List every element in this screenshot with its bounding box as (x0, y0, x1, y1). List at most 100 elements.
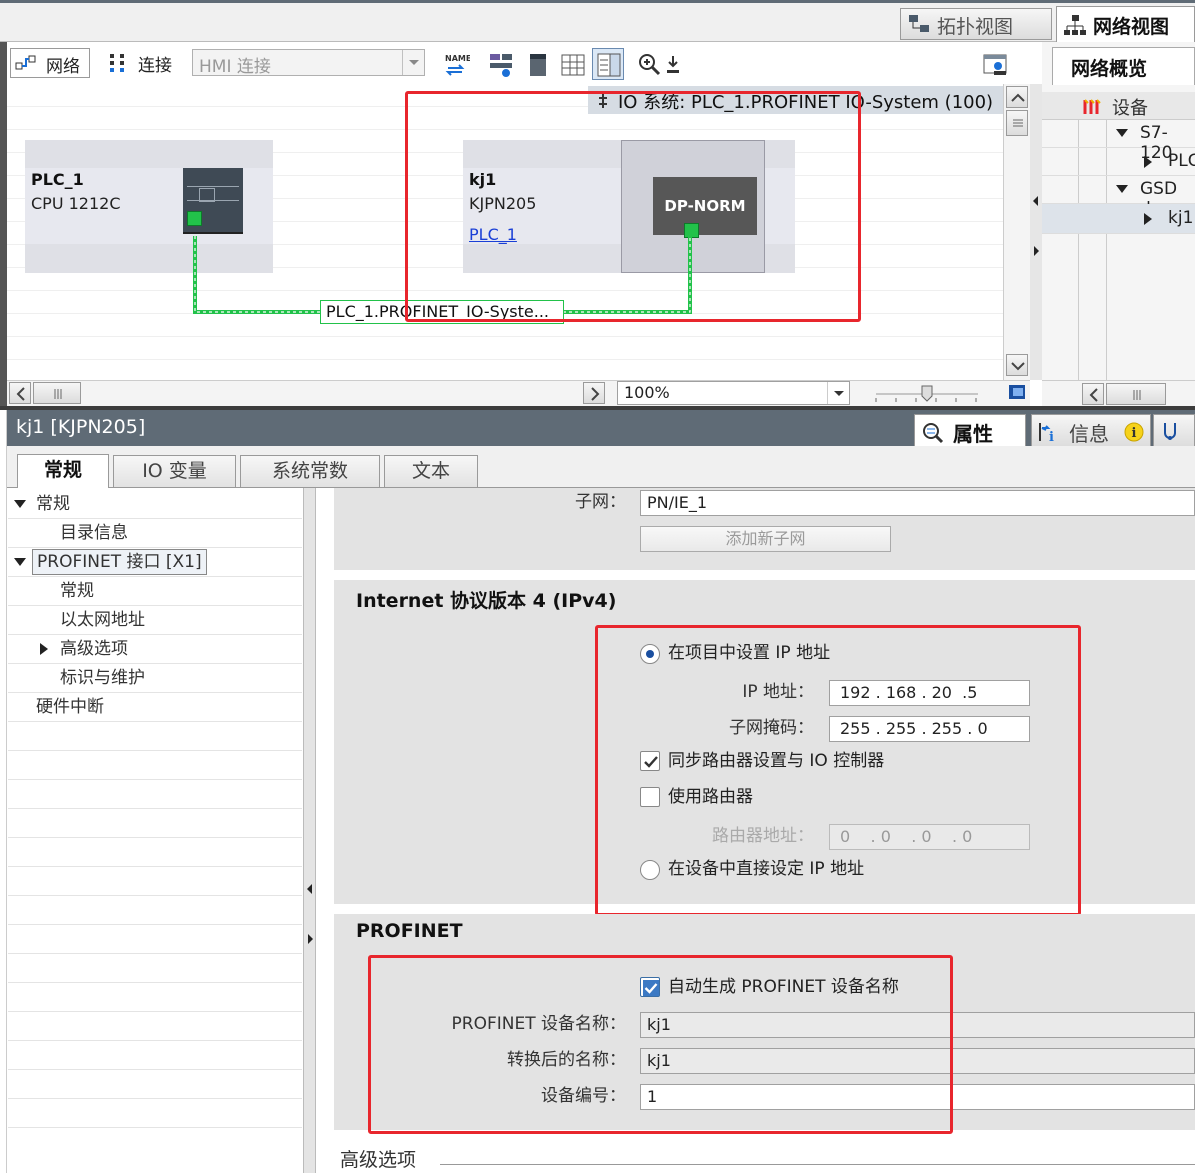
tab-io-tags[interactable]: IO 变量 (113, 455, 236, 487)
radio-device-ip[interactable] (640, 860, 660, 880)
ipv4-section (334, 580, 1195, 904)
router-octet: 0 (840, 827, 851, 846)
zoom-dropdown-icon[interactable] (827, 382, 849, 404)
advanced-divider (440, 1164, 1195, 1165)
scroll-thumb[interactable] (1006, 110, 1028, 136)
tab-io-tags-label: IO 变量 (142, 460, 207, 482)
ip-octet: 192 (840, 683, 871, 702)
collapse-left-icon[interactable] (1032, 196, 1040, 206)
splitter-bar[interactable] (1030, 84, 1042, 380)
overview-scroll-thumb[interactable] (1106, 383, 1166, 405)
advanced-options-header: 高级选项 (340, 1149, 417, 1171)
collapsed-arrow-icon (1144, 156, 1152, 168)
topology-view-tab[interactable]: 拓扑视图 (900, 8, 1052, 40)
auto-name-checkbox[interactable] (640, 977, 660, 997)
table-view-button[interactable] (592, 48, 624, 80)
overview-row[interactable]: S7-120 (1042, 120, 1195, 163)
grid-icon[interactable] (560, 52, 586, 78)
profinet-name-field[interactable]: kj1 (640, 1012, 1195, 1038)
tree-item-label: PROFINET 接口 [X1] (32, 549, 207, 575)
connect-mode-button[interactable]: 连接 (104, 48, 184, 78)
download-icon[interactable] (664, 54, 682, 76)
tab-texts[interactable]: 文本 (384, 455, 478, 487)
dp-norm-module: DP-NORM (653, 177, 757, 235)
hmi-connection-select[interactable]: HMI 连接 (192, 49, 425, 77)
scroll-right-icon[interactable] (583, 382, 605, 404)
tab-general[interactable]: 常规 (17, 454, 109, 488)
device-number-field[interactable]: 1 (640, 1084, 1195, 1110)
radio-project-ip[interactable] (640, 644, 660, 664)
device-name-icon[interactable]: NAME (444, 52, 470, 78)
tab-general-label: 常规 (43, 459, 82, 481)
zoom-slider[interactable] (872, 384, 982, 404)
hscroll-thumb[interactable] (33, 382, 81, 404)
expanded-arrow-icon (14, 558, 26, 566)
checkmark-icon (643, 980, 659, 996)
sync-router-checkbox[interactable] (640, 751, 660, 771)
collapsed-arrow-icon (1144, 213, 1152, 225)
ip-octet: 20 (931, 683, 952, 702)
ip-octet: 5 (967, 683, 978, 702)
collapse-tree-icon[interactable] (306, 884, 314, 894)
network-view-tab[interactable]: 网络视图 (1056, 6, 1195, 42)
checkmark-icon (644, 756, 658, 768)
property-tree (7, 488, 303, 1173)
dropdown-arrow-icon[interactable] (402, 50, 424, 75)
diagnostics-tab[interactable] (1153, 414, 1195, 448)
plc-port-connector[interactable] (187, 211, 202, 226)
network-mode-button[interactable]: 网络 (10, 48, 90, 78)
show-address-icon[interactable] (488, 52, 514, 78)
save-layout-icon[interactable] (982, 52, 1010, 78)
expand-tree-icon[interactable] (306, 934, 314, 944)
sync-router-label: 同步路由器设置与 IO 控制器 (668, 751, 885, 771)
overview-scroll-left-icon[interactable] (1082, 383, 1104, 405)
table-view-icon (597, 53, 621, 77)
expand-right-icon[interactable] (1032, 246, 1040, 256)
overview-row[interactable]: PLC (1042, 148, 1195, 176)
use-router-checkbox[interactable] (640, 787, 660, 807)
zoom-select[interactable]: 100% (617, 381, 850, 405)
subnet-value: PN/IE_1 (647, 493, 708, 512)
profinet-name-label: PROFINET 设备名称： (451, 1014, 626, 1034)
router-address-field[interactable]: 0 . 0 . 0 . 0 (829, 824, 1030, 850)
canvas-vscroll[interactable] (1003, 84, 1030, 380)
profinet-name-value: kj1 (647, 1015, 671, 1034)
tree-splitter[interactable] (303, 488, 316, 1173)
zoom-icon[interactable] (637, 52, 663, 78)
add-subnet-button[interactable]: 添加新子网 (640, 526, 891, 552)
subnet-mask-field[interactable]: 255 . 255 . 255 . 0 (829, 716, 1030, 742)
overview-row[interactable]: GSD de (1042, 176, 1195, 219)
info-badge-icon: i (1124, 422, 1144, 442)
overview-row-label: kj1 (1168, 208, 1194, 228)
overview-row-selected[interactable]: kj1 (1042, 204, 1195, 234)
network-mode-label: 网络 (46, 57, 80, 77)
converted-name-value: kj1 (647, 1051, 671, 1070)
svg-text:i: i (1049, 430, 1054, 444)
plc-type: CPU 1212C (31, 194, 121, 213)
info-tab[interactable]: i 信息 i (1031, 414, 1151, 448)
ip-address-field[interactable]: 192 . 168 . 20 .5 (829, 680, 1030, 706)
subnet-label: 子网： (575, 492, 626, 512)
tab-system-constants[interactable]: 系统常数 (240, 455, 380, 487)
scroll-down-icon[interactable] (1006, 354, 1028, 376)
device-number-label: 设备编号： (541, 1086, 626, 1106)
left-gutter (0, 410, 7, 1173)
properties-tab[interactable]: 属性 (914, 414, 1026, 450)
properties-tab-label: 属性 (953, 422, 993, 446)
scroll-left-icon[interactable] (9, 382, 31, 404)
module-icon[interactable] (526, 52, 550, 78)
network-view-label: 网络视图 (1093, 16, 1170, 38)
info-icon: i (1039, 423, 1054, 444)
scroll-up-icon[interactable] (1006, 86, 1028, 108)
router-octet: 0 (962, 827, 973, 846)
tab-system-constants-label: 系统常数 (271, 460, 348, 482)
network-label-box[interactable]: PLC_1.PROFINET_IO-Syste... (320, 300, 564, 324)
overview-hscroll[interactable] (1042, 380, 1195, 406)
top-border (0, 0, 1195, 3)
network-overview-tab[interactable]: 网络概览 (1052, 47, 1195, 85)
expanded-arrow-icon (14, 500, 26, 508)
tree-item-label: 标识与维护 (60, 668, 145, 688)
tree-item-label: 高级选项 (60, 639, 128, 659)
subnet-field[interactable]: PN/IE_1 (640, 490, 1195, 516)
overview-navigator-icon[interactable] (1007, 383, 1029, 403)
